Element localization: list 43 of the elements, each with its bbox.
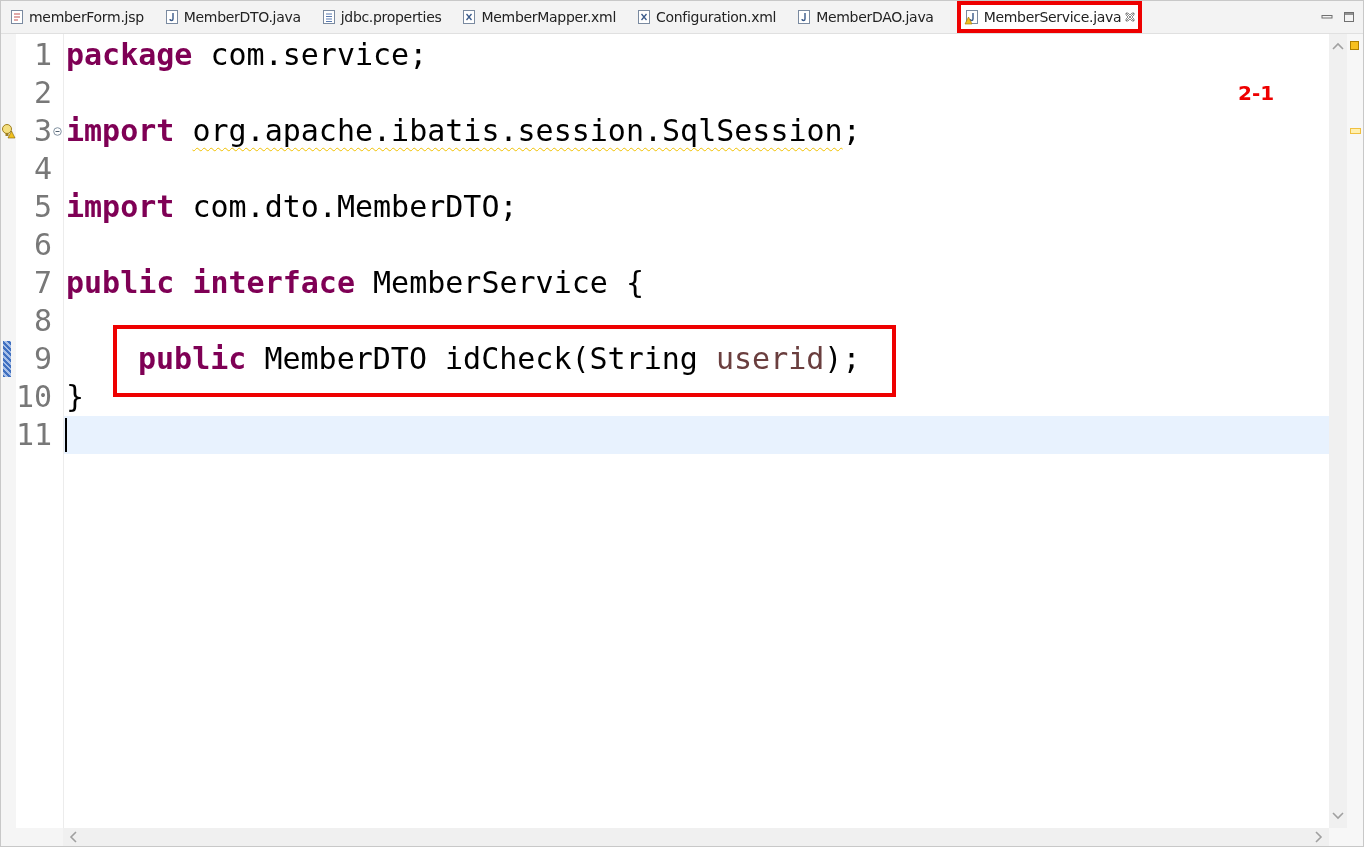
line-number: 2	[33, 74, 52, 112]
vertical-scrollbar[interactable]	[1329, 34, 1347, 828]
file-tab[interactable]: MemberDAO.java	[792, 2, 950, 32]
file-icon	[9, 9, 25, 25]
line-number: 4	[33, 150, 52, 188]
chevron-left-icon[interactable]	[69, 831, 77, 843]
java-file-icon	[796, 9, 813, 25]
line-number: 5	[33, 188, 52, 226]
annotation-label: 2-1	[1238, 80, 1275, 107]
java-file-icon	[163, 9, 180, 25]
line-number: 11	[16, 416, 53, 454]
xml-file-icon	[636, 9, 653, 25]
file-tab[interactable]: Configuration.xml	[632, 2, 793, 32]
line-number: 3	[33, 112, 52, 150]
collapse-icon[interactable]	[53, 126, 62, 136]
chevron-right-icon[interactable]	[1315, 831, 1323, 843]
horizontal-scrollbar[interactable]	[63, 828, 1329, 846]
file-tab[interactable]: MemberDTO.java	[159, 2, 317, 32]
file-tab[interactable]: memberForm.jsp	[5, 2, 160, 32]
line-number: 6	[33, 226, 52, 264]
chevron-down-icon[interactable]	[1332, 812, 1344, 820]
chevron-up-icon[interactable]	[1332, 42, 1344, 50]
warning-marker[interactable]	[1350, 128, 1361, 134]
code-line: public interface MemberService {	[66, 264, 644, 302]
file-tab[interactable]: jdbc.properties	[316, 2, 458, 32]
code-line: import org.apache.ibatis.session.SqlSession;	[66, 112, 861, 150]
file-tab[interactable]: MemberService.java	[957, 2, 1142, 32]
code-line: package com.service;	[66, 36, 428, 74]
java-file-warning-icon	[963, 9, 980, 25]
line-number: 8	[33, 302, 52, 340]
file-tab[interactable]: MemberMapper.xml	[457, 2, 633, 32]
code-line: public MemberDTO idCheck(String userid);	[138, 340, 861, 378]
line-number: 9	[33, 340, 52, 378]
xml-file-icon	[461, 9, 478, 25]
line-number: 7	[33, 264, 52, 302]
line-number: 10	[16, 378, 53, 416]
code-line: }	[66, 378, 85, 416]
close-icon	[1125, 12, 1136, 22]
line-number: 1	[33, 36, 52, 74]
warning-summary-icon	[1350, 41, 1359, 50]
text-file-icon	[320, 9, 337, 25]
maximize-icon[interactable]	[1343, 11, 1355, 23]
code-line: import com.dto.MemberDTO;	[66, 188, 518, 226]
